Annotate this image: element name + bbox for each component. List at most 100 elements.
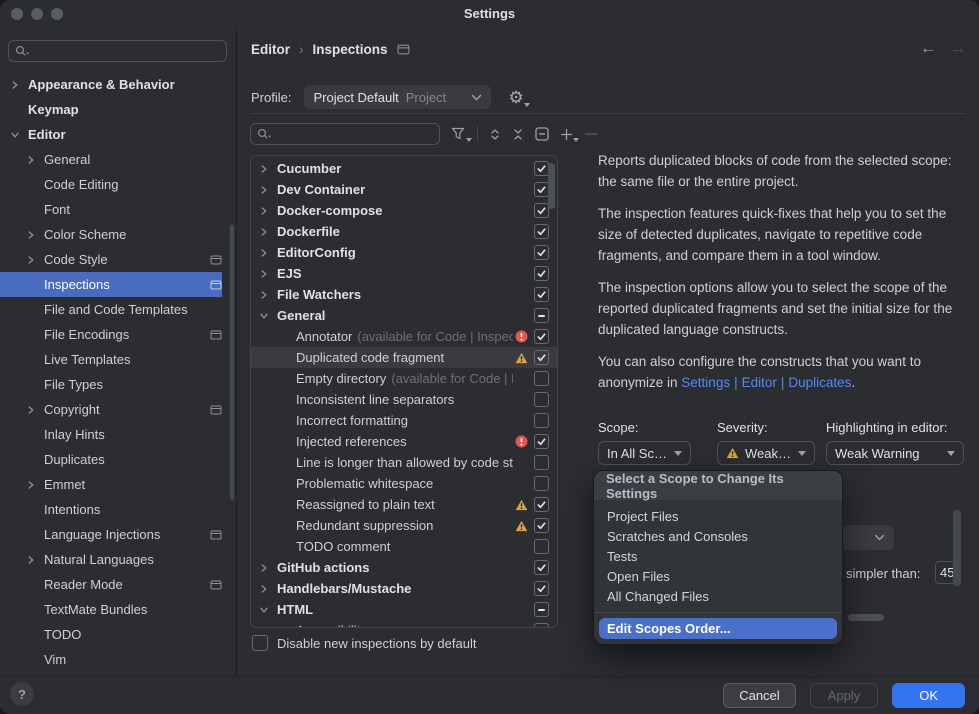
inspection-row[interactable]: Annotator (available for Code | Inspect … <box>251 326 557 347</box>
add-inspection-icon[interactable] <box>560 128 573 141</box>
sidebar-item[interactable]: Code Editing <box>0 172 222 197</box>
apply-button[interactable]: Apply <box>810 683 879 708</box>
constructs-dropdown[interactable] <box>840 525 894 550</box>
sidebar-item[interactable]: Natural Languages <box>0 547 222 572</box>
sidebar-item[interactable]: TextMate Bundles <box>0 597 222 622</box>
inspection-row[interactable]: Cucumber <box>251 158 557 179</box>
inspection-checkbox[interactable] <box>534 161 549 176</box>
inspection-checkbox[interactable] <box>534 371 549 386</box>
inspection-row[interactable]: Docker-compose <box>251 200 557 221</box>
sidebar-item[interactable]: Inspections <box>0 272 222 297</box>
sidebar-item[interactable]: Code Style <box>0 247 222 272</box>
highlighting-dropdown[interactable]: Weak Warning <box>826 441 964 465</box>
cancel-button[interactable]: Cancel <box>723 683 795 708</box>
inspection-checkbox[interactable] <box>534 350 549 365</box>
inspection-row[interactable]: Problematic whitespace <box>251 473 557 494</box>
sidebar-item[interactable]: Appearance & Behavior <box>0 72 222 97</box>
inspection-row[interactable]: EJS <box>251 263 557 284</box>
inspection-row[interactable]: EditorConfig <box>251 242 557 263</box>
help-icon[interactable]: ? <box>10 682 34 706</box>
inspection-checkbox[interactable] <box>534 476 549 491</box>
sidebar-scrollbar[interactable] <box>230 225 234 500</box>
inspection-checkbox[interactable] <box>534 581 549 596</box>
inspection-row[interactable]: Duplicated code fragment <box>251 347 557 368</box>
inspection-row[interactable]: Redundant suppression <box>251 515 557 536</box>
forward-icon[interactable]: → <box>950 40 966 58</box>
breadcrumb-inspections[interactable]: Inspections <box>313 42 388 57</box>
sidebar-item[interactable]: Language Injections <box>0 522 222 547</box>
inspection-row[interactable]: Dockerfile <box>251 221 557 242</box>
inspection-row[interactable]: File Watchers <box>251 284 557 305</box>
scope-popup-item[interactable]: Scratches and Consoles <box>594 526 842 546</box>
inspection-checkbox[interactable] <box>534 518 549 533</box>
severity-dropdown[interactable]: Weak Warning <box>717 441 815 465</box>
inspection-row[interactable]: HTML <box>251 599 557 620</box>
inspections-search-field[interactable] <box>250 123 440 145</box>
sidebar-item[interactable]: Editor <box>0 122 222 147</box>
duplicates-link[interactable]: Duplicates <box>788 375 851 390</box>
inspection-checkbox[interactable] <box>534 455 549 470</box>
sidebar-item[interactable]: Reader Mode <box>0 572 222 597</box>
expand-all-icon[interactable] <box>489 128 501 141</box>
breadcrumb-editor[interactable]: Editor <box>251 42 290 57</box>
sidebar-item[interactable]: TODO <box>0 622 222 647</box>
sidebar-item[interactable]: Intentions <box>0 497 222 522</box>
inspection-row[interactable]: General <box>251 305 557 326</box>
sidebar-item[interactable]: Live Templates <box>0 347 222 372</box>
inspection-row[interactable]: Incorrect formatting <box>251 410 557 431</box>
inspection-row[interactable]: Dev Container <box>251 179 557 200</box>
gear-icon[interactable]: ⚙ <box>508 89 523 106</box>
settings-link[interactable]: Settings <box>681 375 730 390</box>
profile-dropdown[interactable]: Project Default Project <box>304 85 491 109</box>
sidebar-item[interactable]: Emmet <box>0 472 222 497</box>
sidebar-item[interactable]: File and Code Templates <box>0 297 222 322</box>
sidebar-item[interactable]: Duplicates <box>0 447 222 472</box>
inspection-checkbox[interactable] <box>534 497 549 512</box>
inspection-checkbox[interactable] <box>534 539 549 554</box>
disable-inspection-icon[interactable] <box>535 127 549 141</box>
detail-scrollbar[interactable] <box>953 510 961 586</box>
inspection-checkbox[interactable] <box>534 224 549 239</box>
inspection-checkbox[interactable] <box>534 434 549 449</box>
inspection-row[interactable]: TODO comment <box>251 536 557 557</box>
edit-scopes-order-item[interactable]: Edit Scopes Order... <box>599 618 837 639</box>
inspection-checkbox[interactable] <box>534 560 549 575</box>
scope-dropdown[interactable]: In All Scopes <box>598 441 691 465</box>
tree-scrollbar[interactable] <box>548 163 555 209</box>
inspection-row[interactable]: Inconsistent line separators <box>251 389 557 410</box>
inspection-checkbox[interactable] <box>534 182 549 197</box>
sidebar-item[interactable]: Inlay Hints <box>0 422 222 447</box>
inspection-checkbox[interactable] <box>534 287 549 302</box>
sidebar-search-input[interactable] <box>34 44 220 59</box>
inspection-checkbox[interactable] <box>534 308 549 323</box>
scope-popup-item[interactable]: Tests <box>594 546 842 566</box>
inspection-row[interactable]: Reassigned to plain text <box>251 494 557 515</box>
sidebar-item[interactable]: Keymap <box>0 97 222 122</box>
inspection-row[interactable]: Injected references <box>251 431 557 452</box>
sidebar-item[interactable]: General <box>0 147 222 172</box>
inspection-row[interactable]: Line is longer than allowed by code styl… <box>251 452 557 473</box>
back-icon[interactable]: ← <box>920 40 936 58</box>
scope-popup-item[interactable]: Open Files <box>594 566 842 586</box>
sidebar-item[interactable]: File Types <box>0 372 222 397</box>
inspection-checkbox[interactable] <box>534 623 549 628</box>
inspection-checkbox[interactable] <box>534 602 549 617</box>
filter-icon[interactable] <box>451 127 466 141</box>
inspections-search-input[interactable] <box>276 127 433 142</box>
scope-popup-item[interactable]: All Changed Files <box>594 586 842 606</box>
scope-popup-item[interactable]: Project Files <box>594 506 842 526</box>
inspection-checkbox[interactable] <box>534 413 549 428</box>
editor-link[interactable]: Editor <box>742 375 777 390</box>
sidebar-item[interactable]: Font <box>0 197 222 222</box>
sidebar-item[interactable]: Copyright <box>0 397 222 422</box>
inspection-row[interactable]: Accessibility <box>251 620 557 628</box>
inspection-row[interactable]: Handlebars/Mustache <box>251 578 557 599</box>
inspection-checkbox[interactable] <box>534 245 549 260</box>
collapse-all-icon[interactable] <box>512 128 524 141</box>
sidebar-item[interactable]: Color Scheme <box>0 222 222 247</box>
inspection-checkbox[interactable] <box>534 266 549 281</box>
inspection-checkbox[interactable] <box>534 329 549 344</box>
disable-new-inspections-checkbox[interactable] <box>252 635 268 651</box>
ok-button[interactable]: OK <box>892 683 965 708</box>
inspection-checkbox[interactable] <box>534 203 549 218</box>
